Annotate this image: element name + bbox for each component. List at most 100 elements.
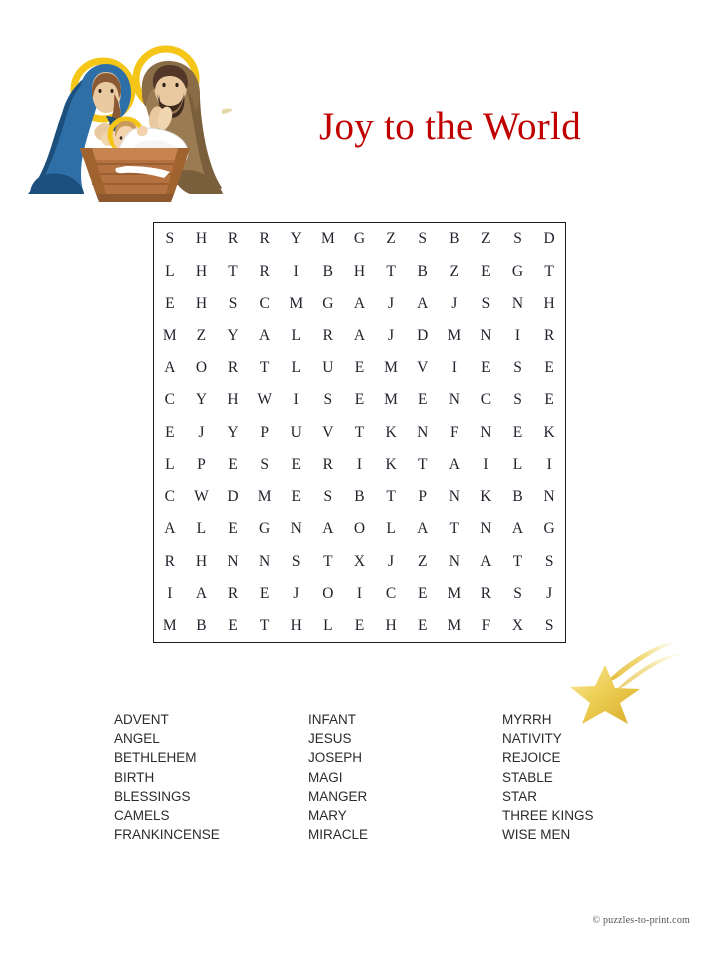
grid-cell[interactable]: O [344,513,376,545]
grid-cell[interactable]: E [344,352,376,384]
grid-cell[interactable]: I [502,320,534,352]
grid-cell[interactable]: E [470,352,502,384]
grid-cell[interactable]: U [312,352,344,384]
word-list-item[interactable]: MAGI [308,768,502,787]
grid-cell[interactable]: W [186,481,218,513]
grid-cell[interactable]: T [249,610,281,642]
grid-cell[interactable]: A [312,513,344,545]
grid-cell[interactable]: E [154,287,186,319]
grid-cell[interactable]: L [280,352,312,384]
grid-cell[interactable]: S [470,287,502,319]
grid-cell[interactable]: B [312,255,344,287]
grid-cell[interactable]: T [375,481,407,513]
grid-cell[interactable]: R [249,255,281,287]
grid-cell[interactable]: C [470,384,502,416]
grid-cell[interactable]: H [186,545,218,577]
grid-cell[interactable]: J [375,545,407,577]
grid-cell[interactable]: G [502,255,534,287]
grid-cell[interactable]: N [470,416,502,448]
grid-cell[interactable]: E [344,610,376,642]
grid-cell[interactable]: K [470,481,502,513]
grid-cell[interactable]: S [312,481,344,513]
grid-cell[interactable]: R [312,449,344,481]
word-list-item[interactable]: STAR [502,787,594,806]
grid-cell[interactable]: B [186,610,218,642]
grid-cell[interactable]: H [344,255,376,287]
grid-cell[interactable]: F [438,416,470,448]
grid-cell[interactable]: M [438,577,470,609]
grid-cell[interactable]: N [280,513,312,545]
grid-cell[interactable]: N [249,545,281,577]
grid-cell[interactable]: M [249,481,281,513]
word-list-item[interactable]: WISE MEN [502,825,594,844]
grid-cell[interactable]: I [470,449,502,481]
grid-cell[interactable]: H [533,287,565,319]
grid-cell[interactable]: R [154,545,186,577]
grid-cell[interactable]: K [533,416,565,448]
grid-cell[interactable]: W [249,384,281,416]
grid-cell[interactable]: Y [217,320,249,352]
word-list-item[interactable]: MYRRH [502,710,594,729]
grid-cell[interactable]: J [375,287,407,319]
grid-cell[interactable]: U [280,416,312,448]
word-list-item[interactable]: MIRACLE [308,825,502,844]
grid-cell[interactable]: M [312,223,344,255]
grid-cell[interactable]: M [154,610,186,642]
grid-cell[interactable]: A [154,513,186,545]
grid-cell[interactable]: K [375,416,407,448]
grid-cell[interactable]: L [502,449,534,481]
word-list-item[interactable]: JOSEPH [308,748,502,767]
grid-cell[interactable]: M [154,320,186,352]
grid-cell[interactable]: E [280,449,312,481]
grid-cell[interactable]: E [533,384,565,416]
word-list-item[interactable]: NATIVITY [502,729,594,748]
grid-cell[interactable]: A [470,545,502,577]
grid-cell[interactable]: A [344,320,376,352]
word-list-item[interactable]: BIRTH [114,768,308,787]
word-list-item[interactable]: BLESSINGS [114,787,308,806]
word-list-item[interactable]: MARY [308,806,502,825]
grid-cell[interactable]: M [280,287,312,319]
grid-cell[interactable]: I [438,352,470,384]
grid-cell[interactable]: E [533,352,565,384]
grid-cell[interactable]: L [312,610,344,642]
grid-cell[interactable]: N [502,287,534,319]
grid-cell[interactable]: S [154,223,186,255]
grid-cell[interactable]: F [470,610,502,642]
grid-cell[interactable]: N [438,481,470,513]
grid-cell[interactable]: J [280,577,312,609]
grid-cell[interactable]: D [217,481,249,513]
grid-cell[interactable]: E [407,577,439,609]
grid-cell[interactable]: V [407,352,439,384]
grid-cell[interactable]: T [375,255,407,287]
grid-cell[interactable]: T [249,352,281,384]
grid-cell[interactable]: N [217,545,249,577]
grid-cell[interactable]: N [438,545,470,577]
grid-cell[interactable]: C [154,384,186,416]
grid-cell[interactable]: Z [186,320,218,352]
grid-cell[interactable]: E [217,610,249,642]
grid-cell[interactable]: E [344,384,376,416]
grid-cell[interactable]: T [217,255,249,287]
grid-cell[interactable]: A [407,287,439,319]
grid-cell[interactable]: E [217,449,249,481]
grid-cell[interactable]: R [217,577,249,609]
grid-cell[interactable]: J [186,416,218,448]
grid-cell[interactable]: L [154,255,186,287]
grid-cell[interactable]: X [344,545,376,577]
grid-cell[interactable]: S [533,545,565,577]
grid-cell[interactable]: N [438,384,470,416]
grid-cell[interactable]: Y [217,416,249,448]
grid-cell[interactable]: A [502,513,534,545]
word-list-item[interactable]: FRANKINCENSE [114,825,308,844]
grid-cell[interactable]: R [249,223,281,255]
grid-cell[interactable]: E [249,577,281,609]
grid-cell[interactable]: N [470,320,502,352]
grid-cell[interactable]: Y [280,223,312,255]
word-list-item[interactable]: CAMELS [114,806,308,825]
grid-cell[interactable]: V [312,416,344,448]
grid-cell[interactable]: I [344,577,376,609]
grid-cell[interactable]: T [438,513,470,545]
grid-cell[interactable]: M [438,610,470,642]
grid-cell[interactable]: A [249,320,281,352]
